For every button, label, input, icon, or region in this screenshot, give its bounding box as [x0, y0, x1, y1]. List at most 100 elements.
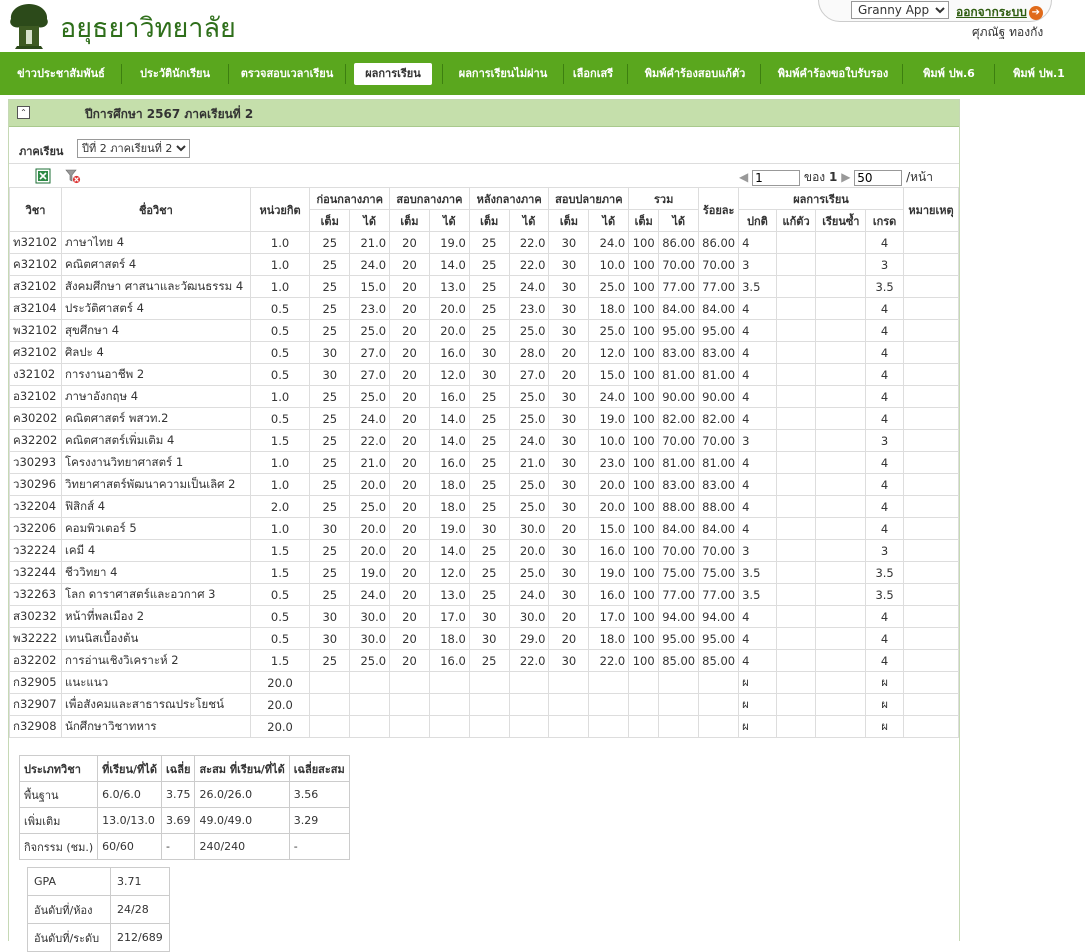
table-cell: 100 — [628, 627, 660, 650]
table-cell: 4 — [738, 319, 777, 342]
table-cell: 24.0 — [508, 583, 550, 606]
table-row[interactable]: ว32206 คอมพิวเตอร์ 5 1.0 30 20.0 20 19.0 30 30.0… — [9, 517, 960, 540]
table-cell: 70.00 — [698, 429, 740, 452]
table-cell — [815, 341, 867, 364]
term-select[interactable]: ปีที่ 2 ภาคเรียนที่ 2 — [77, 139, 190, 158]
table-cell: 84.00 — [658, 517, 700, 540]
table-cell: 1.5 — [249, 429, 311, 452]
table-cell — [775, 231, 817, 254]
table-cell: 70.00 — [658, 539, 700, 562]
table-row[interactable]: ส32104 ประวัติศาสตร์ 4 0.5 25 23.0 20 20.0 25 23… — [9, 297, 960, 320]
table-row[interactable]: ว32263 โลก ดาราศาสตร์และอวกาศ 3 0.5 25 24.0 2… — [9, 583, 960, 606]
table-row[interactable]: ก32908 นักศึกษาวิชาทหาร 20.0 ผ ผ — [9, 715, 960, 738]
table-row[interactable]: อ32102 ภาษาอังกฤษ 4 1.0 25 25.0 20 16.0 25 25.0 3… — [9, 385, 960, 408]
table-row[interactable]: ค32102 คณิตศาสตร์ 4 1.0 25 24.0 20 14.0 25 22.0 3… — [9, 253, 960, 276]
grades-body: ท32102 ภาษาไทย 4 1.0 25 21.0 20 19.0 25 22.0 30 24… — [9, 231, 960, 738]
table-cell: 30 — [548, 385, 590, 408]
nav-separator — [121, 64, 122, 84]
table-cell: 23.0 — [588, 451, 630, 474]
table-cell: 30 — [309, 363, 351, 386]
nav-electives[interactable]: เลือกเสรี — [568, 63, 618, 85]
table-cell: 0.5 — [249, 363, 311, 386]
logout-link[interactable]: ออกจากระบบ ➔ — [956, 3, 1043, 22]
table-row[interactable]: ท32102 ภาษาไทย 4 1.0 25 21.0 20 19.0 25 22.0 30 24… — [9, 231, 960, 254]
excel-icon[interactable] — [35, 168, 51, 184]
table-row[interactable]: ก32907 เพื่อสังคมและสาธารณประโยชน์ 20.0 ผ ผ — [9, 693, 960, 716]
table-cell — [902, 319, 960, 342]
col-name[interactable]: ชื่อวิชา — [60, 187, 251, 232]
table-cell: ผ — [865, 693, 904, 716]
col-percent[interactable]: ร้อยละ — [698, 187, 740, 232]
col-note[interactable]: หมายเหตุ — [902, 187, 960, 232]
table-cell — [815, 363, 867, 386]
user-select[interactable]: Granny Apple — [851, 1, 949, 19]
table-cell: 20.0 — [249, 715, 311, 738]
table-cell — [815, 561, 867, 584]
table-cell: 100 — [628, 231, 660, 254]
table-cell: 20.0 — [588, 495, 630, 518]
table-cell: 25 — [468, 429, 510, 452]
table-cell: 4 — [865, 231, 904, 254]
table-row[interactable]: ศ32102 ศิลปะ 4 0.5 30 27.0 20 16.0 30 28.0 20 12.0… — [9, 341, 960, 364]
table-cell: 4 — [865, 517, 904, 540]
table-row[interactable]: ส30232 หน้าที่พลเมือง 2 0.5 30 30.0 20 17.0 30 3… — [9, 605, 960, 628]
table-cell: 25 — [468, 407, 510, 430]
table-row[interactable]: ว30293 โครงงานวิทยาศาสตร์ 1 1.0 25 21.0 20 16.… — [9, 451, 960, 474]
table-cell: ว32206 — [9, 517, 62, 540]
per-page-input[interactable] — [854, 169, 903, 186]
table-cell: 4 — [865, 319, 904, 342]
nav-separator — [760, 64, 761, 84]
table-cell: สุขศึกษา 4 — [60, 319, 251, 342]
table-cell: ผ — [738, 671, 777, 694]
table-row[interactable]: ว30296 วิทยาศาสตร์พัฒนาความเป็นเลิศ 2 1.0 2… — [9, 473, 960, 496]
nav-print-pp1[interactable]: พิมพ์ ปพ.1 — [1002, 63, 1076, 85]
summary-cell: 49.0/49.0 — [194, 807, 290, 834]
table-row[interactable]: อ32202 การอ่านเชิงวิเคราะห์ 2 1.5 25 25.0 20 1… — [9, 649, 960, 672]
table-row[interactable]: ว32204 ฟิสิกส์ 4 2.0 25 25.0 20 18.0 25 25.0 30 20… — [9, 495, 960, 518]
nav-student-history[interactable]: ประวัตินักเรียน — [128, 63, 222, 85]
table-cell — [588, 693, 630, 716]
nav-attendance[interactable]: ตรวจสอบเวลาเรียน — [235, 63, 339, 85]
table-cell: 0.5 — [249, 319, 311, 342]
table-cell: 24.0 — [508, 275, 550, 298]
table-row[interactable]: พ32102 สุขศึกษา 4 0.5 25 25.0 20 20.0 25 25.0 30 2… — [9, 319, 960, 342]
nav-news[interactable]: ข่าวประชาสัมพันธ์ — [8, 63, 114, 85]
table-row[interactable]: ว32244 ชีววิทยา 4 1.5 25 19.0 20 12.0 25 25.0 30 1… — [9, 561, 960, 584]
table-cell: 3 — [865, 253, 904, 276]
nav-grades[interactable]: ผลการเรียน — [354, 63, 432, 85]
nav-print-pp6[interactable]: พิมพ์ ปพ.6 — [912, 63, 986, 85]
table-cell: 84.00 — [658, 297, 700, 320]
table-cell: 100 — [628, 451, 660, 474]
prev-page-icon[interactable]: ◀ — [739, 170, 748, 184]
clear-filter-icon[interactable] — [65, 168, 81, 184]
table-cell: 20 — [389, 297, 430, 320]
table-cell: 20 — [548, 605, 590, 628]
table-row[interactable]: ง32102 การงานอาชีพ 2 0.5 30 27.0 20 12.0 30 27.0… — [9, 363, 960, 386]
nav-failed-grades[interactable]: ผลการเรียนไม่ผ่าน — [449, 63, 557, 85]
page-input[interactable] — [752, 169, 801, 186]
table-cell: 4 — [865, 649, 904, 672]
table-cell — [902, 539, 960, 562]
nav-print-remedial[interactable]: พิมพ์คำร้องสอบแก้ตัว — [638, 63, 752, 85]
table-cell — [815, 715, 867, 738]
col-code[interactable]: วิชา — [9, 187, 62, 232]
table-row[interactable]: ก32905 แนะแนว 20.0 ผ ผ — [9, 671, 960, 694]
nav-separator — [994, 64, 995, 84]
table-row[interactable]: ค30202 คณิตศาสตร์ พสวท.2 0.5 25 24.0 20 14.0 25… — [9, 407, 960, 430]
table-row[interactable]: ว32224 เคมี 4 1.5 25 20.0 20 14.0 25 20.0 30 16.0 1… — [9, 539, 960, 562]
table-cell: 19.0 — [349, 561, 391, 584]
table-cell — [775, 363, 817, 386]
next-page-icon[interactable]: ▶ — [841, 170, 850, 184]
table-cell — [658, 715, 700, 738]
col-credit[interactable]: หน่วยกิต — [249, 187, 311, 232]
table-cell: 1.0 — [249, 473, 311, 496]
table-row[interactable]: ส32102 สังคมศึกษา ศาสนาและวัฒนธรรม 4 1.0 25… — [9, 275, 960, 298]
nav-print-certificate[interactable]: พิมพ์คำร้องขอใบรับรอง — [770, 63, 896, 85]
table-row[interactable]: ค32202 คณิตศาสตร์เพิ่มเติม 4 1.5 25 22.0 20 14… — [9, 429, 960, 452]
table-cell: 3.5 — [865, 583, 904, 606]
table-cell: ค30202 — [9, 407, 62, 430]
table-cell: 70.00 — [698, 539, 740, 562]
table-cell: 4 — [865, 297, 904, 320]
collapse-up-icon[interactable]: ⌃ — [17, 106, 30, 119]
table-row[interactable]: พ32222 เทนนิสเบื้องต้น 0.5 30 30.0 20 18.0 30 29… — [9, 627, 960, 650]
